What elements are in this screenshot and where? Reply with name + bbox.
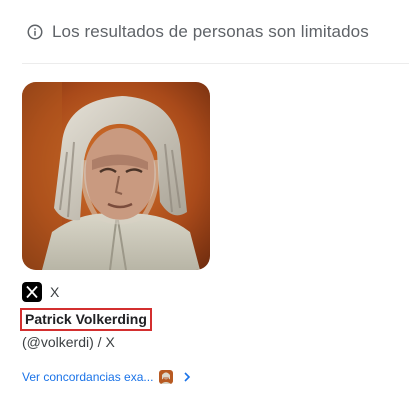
people-results-panel: Los resultados de personas son limitados: [0, 0, 409, 408]
exact-matches-link[interactable]: Ver concordancias exa...: [22, 370, 153, 384]
divider: [22, 63, 409, 64]
notice-text: Los resultados de personas son limitados: [52, 22, 369, 41]
match-thumbnail: [159, 370, 174, 384]
source-name: X: [50, 284, 60, 300]
person-name[interactable]: Patrick Volkerding: [20, 308, 152, 331]
info-icon: [27, 24, 43, 40]
x-logo-icon: [22, 282, 42, 302]
limited-results-notice: Los resultados de personas son limitados: [26, 20, 369, 44]
person-handle: (@volkerdi) / X: [22, 334, 115, 350]
chevron-right-icon[interactable]: [181, 371, 193, 383]
source-row: X: [22, 282, 210, 302]
person-result-card[interactable]: X Patrick Volkerding (@volkerdi) / X Ver…: [20, 82, 210, 387]
exact-matches-row[interactable]: Ver concordancias exa...: [22, 367, 210, 387]
person-photo[interactable]: [22, 82, 210, 270]
